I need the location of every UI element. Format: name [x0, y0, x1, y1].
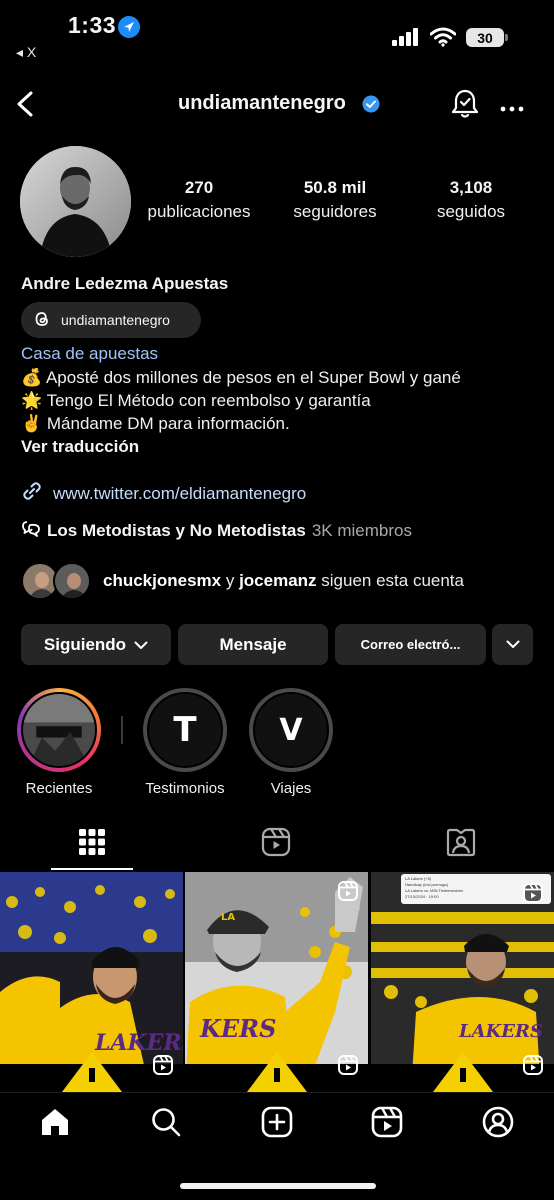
followed-by-row[interactable]: chuckjonesmx y jocemanz siguen esta cuen…	[21, 562, 464, 600]
followed-by-user-1[interactable]: chuckjonesmx	[103, 571, 221, 590]
threads-icon	[33, 310, 51, 331]
reel-badge-icon	[152, 1054, 174, 1081]
email-button[interactable]: Correo electró...	[335, 624, 486, 665]
highlight-cover-recientes	[21, 692, 97, 768]
suggested-accounts-button[interactable]	[492, 624, 533, 665]
stat-followers[interactable]: 50.8 mil seguidores	[270, 178, 400, 222]
profile-icon	[482, 1106, 514, 1143]
highlight-letter-v: V	[279, 712, 303, 748]
see-translation-link[interactable]: Ver traducción	[21, 437, 139, 457]
nav-profile[interactable]	[480, 1106, 516, 1142]
post-tile-1[interactable]: LAKERS	[0, 872, 183, 1092]
threads-badge[interactable]: undiamantenegro	[21, 302, 201, 338]
nav-reels[interactable]	[369, 1106, 405, 1142]
create-icon	[261, 1106, 293, 1143]
svg-text:KERS: KERS	[199, 1014, 276, 1043]
highlight-ring: T	[143, 688, 227, 772]
stat-posts-value: 270	[184, 178, 214, 197]
channel-name: Los Metodistas y No Metodistas	[47, 520, 306, 540]
chevron-down-icon	[506, 636, 520, 654]
search-icon	[150, 1106, 182, 1143]
profile-avatar[interactable]	[20, 146, 131, 257]
reel-badge-icon	[522, 882, 544, 909]
reels-icon	[261, 827, 291, 862]
grid-icon	[78, 828, 106, 861]
threads-handle: undiamantenegro	[61, 312, 170, 328]
profile-link-text: www.twitter.com/eldiamantenegro	[53, 483, 307, 503]
highlight-label-testimonios: Testimonios	[145, 780, 225, 797]
nav-create[interactable]	[259, 1106, 295, 1142]
post-tile-2[interactable]: LA KERS	[185, 872, 368, 1092]
verified-badge-icon	[362, 95, 380, 118]
nav-search[interactable]	[148, 1106, 184, 1142]
back-chevron-icon[interactable]	[14, 90, 36, 123]
back-to-app-link[interactable]: ◂ X	[16, 44, 36, 61]
highlights-divider	[121, 716, 123, 744]
wifi-icon	[429, 27, 457, 52]
bio-line-1: 💰 Aposté dos millones de pesos en el Sup…	[21, 368, 461, 387]
nav-home[interactable]	[37, 1106, 73, 1142]
bio-line-2: 🌟 Tengo El Método con reembolso y garant…	[21, 391, 371, 410]
highlight-recientes[interactable]: Recientes	[17, 688, 101, 797]
followed-by-suffix: siguen esta cuenta	[316, 571, 464, 590]
stat-posts-label: publicaciones	[147, 202, 251, 221]
stat-followers-value: 50.8 mil	[303, 178, 367, 197]
battery-tip	[505, 34, 508, 41]
bio-line-3: ✌️ Mándame DM para información.	[21, 414, 290, 433]
profile-username: undiamantenegro	[178, 92, 346, 114]
followed-by-user-2[interactable]: jocemanz	[239, 571, 316, 590]
reels-icon	[371, 1106, 403, 1143]
followed-by-and: y	[221, 571, 240, 590]
followed-by-text: chuckjonesmx y jocemanz siguen esta cuen…	[103, 571, 464, 591]
home-indicator	[180, 1183, 376, 1189]
stat-followers-label: seguidores	[293, 202, 377, 221]
highlight-ring: V	[249, 688, 333, 772]
highlight-letter-t: T	[173, 710, 197, 750]
highlight-testimonios[interactable]: T Testimonios	[143, 688, 227, 797]
stat-posts[interactable]: 270 publicaciones	[134, 178, 264, 222]
channel-chat-icon	[21, 518, 41, 543]
following-button-label: Siguiendo	[43, 634, 127, 654]
profile-full-name: Andre Ledezma Apuestas	[21, 274, 229, 293]
location-arrow-icon	[118, 16, 140, 38]
svg-text:LAKERS: LAKERS	[94, 1030, 183, 1056]
more-horizontal-icon[interactable]	[500, 100, 524, 118]
tab-reels[interactable]	[256, 826, 296, 862]
active-tab-indicator	[51, 868, 133, 870]
chevron-down-icon	[134, 635, 148, 655]
following-button[interactable]: Siguiendo	[21, 624, 171, 665]
tagged-icon	[446, 827, 476, 862]
cellular-signal-icon	[392, 28, 420, 51]
status-time: 1:33	[68, 12, 117, 38]
tab-posts[interactable]	[72, 826, 112, 862]
reel-badge-icon	[337, 880, 359, 907]
profile-link[interactable]: www.twitter.com/eldiamantenegro	[21, 480, 306, 507]
reel-badge-icon	[337, 1054, 359, 1081]
story-ring	[17, 688, 101, 772]
highlight-label-viajes: Viajes	[270, 780, 312, 797]
tab-tagged[interactable]	[441, 826, 481, 862]
svg-text:LAKERS: LAKERS	[458, 1021, 543, 1042]
channel-members: 3K miembros	[311, 520, 412, 540]
svg-text:LA: LA	[221, 912, 235, 923]
highlight-cover-testimonios: T	[147, 692, 223, 768]
message-button[interactable]: Mensaje	[178, 624, 328, 665]
profile-category: Casa de apuestas	[21, 344, 159, 363]
post-tile-3[interactable]: LAKERS LA Lakers (+5) Handicap (incl.pro…	[371, 872, 554, 1092]
bell-check-icon[interactable]	[450, 88, 480, 125]
link-icon	[21, 480, 43, 507]
stat-following[interactable]: 3,108 seguidos	[406, 178, 536, 222]
highlight-cover-viajes: V	[253, 692, 329, 768]
highlight-viajes[interactable]: V Viajes	[249, 688, 333, 797]
battery-indicator: 30	[466, 28, 504, 47]
reel-badge-icon	[522, 1054, 544, 1081]
stat-following-value: 3,108	[449, 178, 493, 197]
home-icon	[39, 1106, 71, 1143]
highlight-label-recientes: Recientes	[25, 780, 93, 797]
broadcast-channel[interactable]: Los Metodistas y No Metodistas 3K miembr…	[21, 518, 412, 543]
stat-following-label: seguidos	[436, 202, 506, 221]
follower-avatar-2	[53, 562, 91, 600]
